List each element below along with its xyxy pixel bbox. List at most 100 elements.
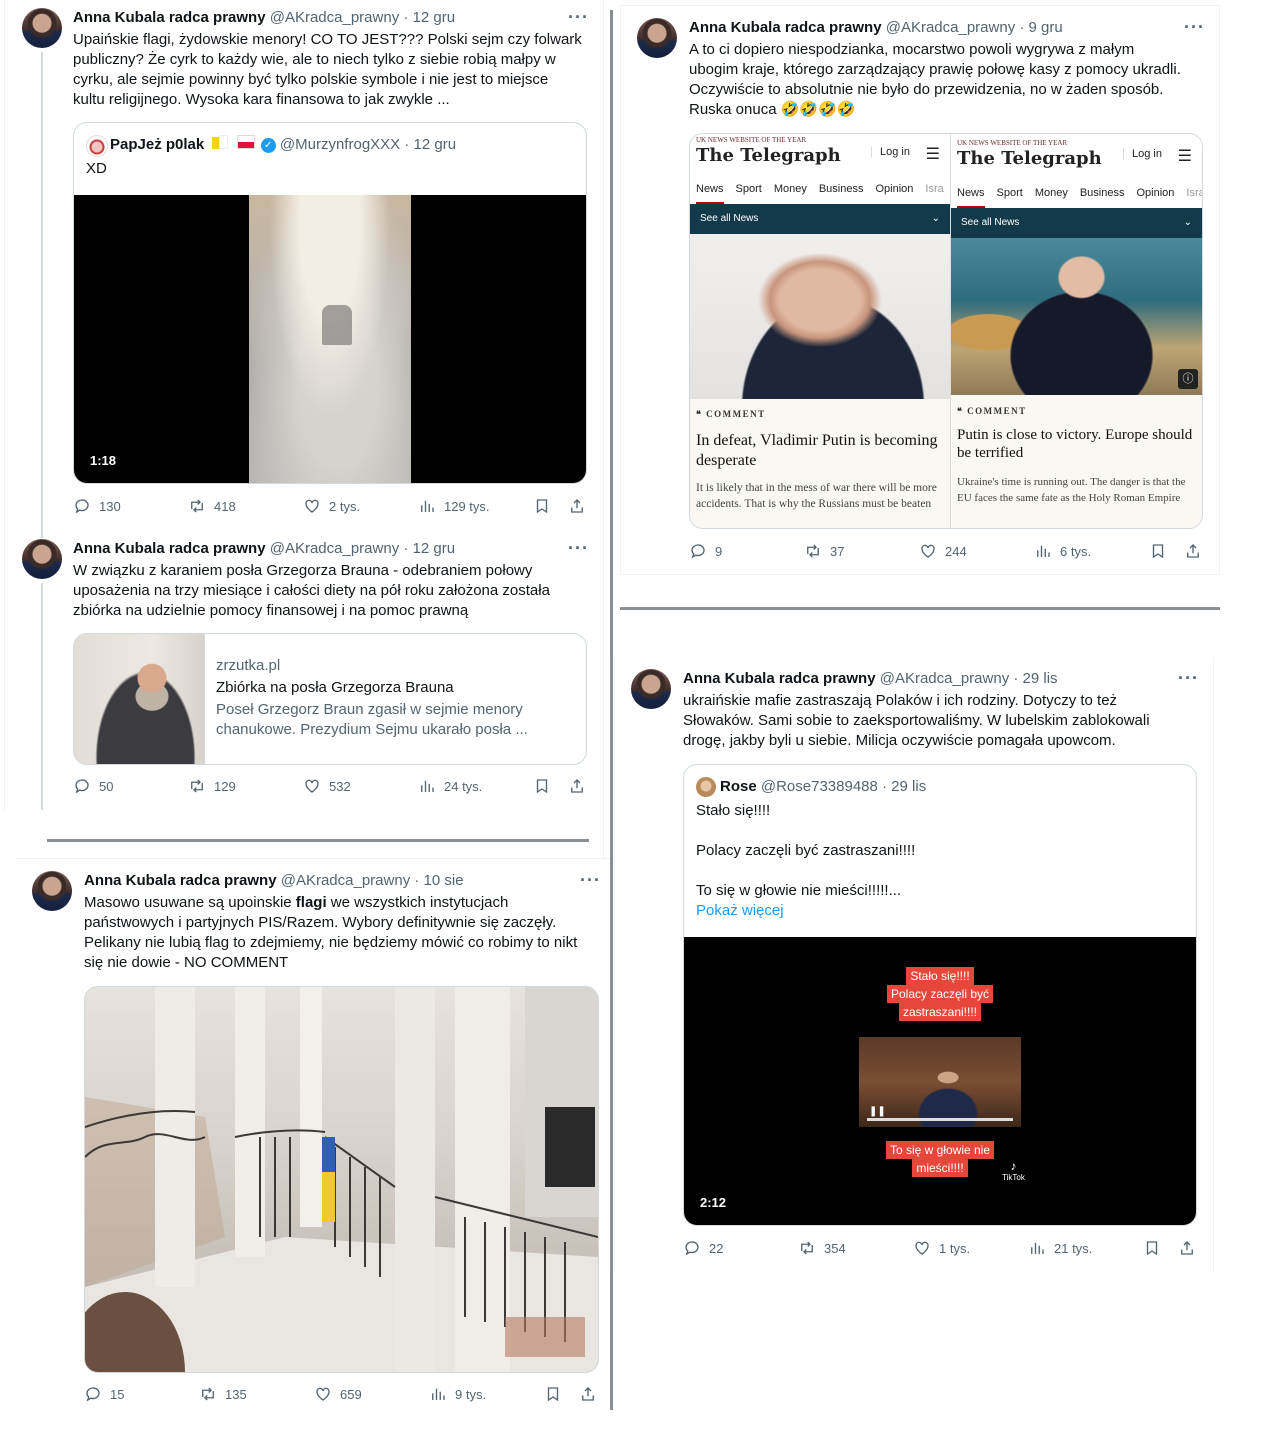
author-name[interactable]: Anna Kubala radca prawny (84, 872, 277, 889)
reply-button[interactable]: 50 (73, 777, 113, 795)
author-name[interactable]: Anna Kubala radca prawny (73, 540, 266, 557)
quoted-tweet[interactable]: Rose @Rose73389488 · 29 lis Stało się!!!… (683, 764, 1197, 1226)
quoted-tweet[interactable]: PapJeż p0lak ✓ @MurzynfrogXXX · 12 gru X… (73, 122, 587, 484)
share-button[interactable] (1184, 542, 1202, 560)
overlay-line: Stało się!!!! (906, 967, 974, 985)
text-line: Stało się!!!! (696, 802, 771, 819)
telegraph-panel-right[interactable]: UK NEWS WEBSITE OF THE YEAR The Telegrap… (951, 134, 1202, 528)
telegraph-nav: News Sport Money Business Opinion Isra (690, 174, 950, 204)
avatar[interactable] (631, 669, 671, 709)
reply-button[interactable]: 9 (689, 542, 722, 560)
retweet-button[interactable]: 37 (804, 542, 844, 560)
like-button[interactable]: 659 (314, 1385, 362, 1403)
author-handle-time[interactable]: @AKradca_prawny · 29 lis (880, 670, 1058, 687)
author-handle-time[interactable]: @AKradca_prawny · 12 gru (270, 9, 455, 26)
author-handle-time[interactable]: @AKradca_prawny · 10 sie (281, 872, 464, 889)
nav-item: Business (1079, 187, 1125, 199)
text-line: ubogim kraje, którego zarządzający prawi… (689, 61, 1181, 78)
retweet-button[interactable]: 354 (798, 1239, 846, 1257)
views-count: 24 tys. (444, 778, 483, 794)
tweet-text: A to ci dopiero niespodzianka, mocarstwo… (689, 40, 1181, 120)
link-card[interactable]: zrzutka.pl Zbiórka na posła Grzegorza Br… (73, 633, 587, 765)
telegraph-topbar: UK NEWS WEBSITE OF THE YEAR The Telegrap… (690, 134, 950, 175)
more-icon[interactable]: ··· (1178, 669, 1199, 687)
text-line (696, 821, 915, 841)
bookmark-button[interactable] (533, 497, 551, 515)
tweet-4[interactable]: Anna Kubala radca prawny @AKradca_prawny… (620, 5, 1220, 575)
more-icon[interactable]: ··· (1184, 18, 1205, 36)
views-button[interactable]: 129 tys. (418, 497, 490, 515)
text-line: Słowaków. Sami sobie to zaeksportowaliśm… (683, 712, 1150, 729)
like-button[interactable]: 1 tys. (913, 1239, 970, 1257)
author-handle-time[interactable]: @AKradca_prawny · 12 gru (270, 540, 455, 557)
bookmark-button[interactable] (533, 777, 551, 795)
nav-item: Opinion (875, 183, 914, 195)
hashtag-bold[interactable]: flagi (296, 894, 327, 911)
views-count: 9 tys. (455, 1386, 487, 1402)
views-button[interactable]: 9 tys. (429, 1385, 486, 1403)
text-line: Upaińskie flagi, żydowskie menory! CO TO… (73, 31, 582, 48)
like-button[interactable]: 2 tys. (303, 497, 360, 515)
avatar[interactable] (22, 539, 62, 579)
telegraph-login: Log in (1123, 148, 1162, 160)
tweet-2[interactable]: Anna Kubala radca prawny @AKradca_prawny… (0, 530, 603, 810)
retweet-count: 418 (214, 498, 236, 514)
author-name[interactable]: Anna Kubala radca prawny (689, 19, 882, 36)
share-button[interactable] (579, 1385, 597, 1403)
views-button[interactable]: 6 tys. (1034, 542, 1091, 560)
views-button[interactable]: 24 tys. (418, 777, 482, 795)
show-more-link[interactable]: Pokaż więcej (696, 901, 915, 921)
more-icon[interactable]: ··· (568, 8, 589, 26)
retweet-button[interactable]: 418 (188, 497, 236, 515)
more-icon[interactable]: ··· (568, 539, 589, 557)
author-name[interactable]: Anna Kubala radca prawny (683, 670, 876, 687)
tweet-photo[interactable] (84, 986, 599, 1373)
tweet-1[interactable]: Anna Kubala radca prawny @AKradca_prawny… (0, 0, 603, 530)
quote-author-name[interactable]: Rose (720, 778, 757, 795)
tweet-3[interactable]: Anna Kubala radca prawny @AKradca_prawny… (15, 858, 610, 1419)
views-button[interactable]: 21 tys. (1028, 1239, 1092, 1257)
bookmark-button[interactable] (1149, 542, 1167, 560)
reply-count: 15 (110, 1386, 125, 1402)
text-line (696, 861, 915, 881)
share-button[interactable] (1178, 1239, 1196, 1257)
tweet-media-telegraph[interactable]: UK NEWS WEBSITE OF THE YEAR The Telegrap… (689, 133, 1203, 529)
tweet-actions: 22 354 1 tys. 21 tys. (683, 1239, 1195, 1259)
quote-video[interactable]: 1:18 (74, 195, 586, 483)
telegraph-nav: News Sport Money Business Opinion Isra (951, 178, 1202, 208)
author-handle-time[interactable]: @AKradca_prawny · 9 gru (886, 19, 1063, 36)
video-figures (322, 305, 352, 345)
bookmark-button[interactable] (1143, 1239, 1161, 1257)
retweet-button[interactable]: 129 (188, 777, 236, 795)
tweet-5[interactable]: Anna Kubala radca prawny @AKradca_prawny… (614, 657, 1214, 1272)
quote-handle-time[interactable]: @Rose73389488 · 29 lis (761, 778, 926, 795)
quote-author-name[interactable]: PapJeż p0lak (110, 136, 204, 153)
nav-item: Business (818, 183, 864, 195)
thread-line-top (41, 530, 43, 538)
tweet-actions: 9 37 244 6 tys. (689, 542, 1201, 562)
reply-button[interactable]: 130 (73, 497, 121, 515)
bookmark-button[interactable] (544, 1385, 562, 1403)
quote-video[interactable]: Stało się!!!! Polacy zaczęli być zastras… (684, 937, 1196, 1225)
share-button[interactable] (568, 497, 586, 515)
reply-button[interactable]: 15 (84, 1385, 124, 1403)
avatar[interactable] (32, 871, 72, 911)
card-title: Zbiórka na posła Grzegorza Brauna (216, 679, 454, 696)
avatar[interactable] (637, 18, 677, 58)
like-button[interactable]: 532 (303, 777, 351, 795)
more-icon[interactable]: ··· (580, 871, 601, 889)
nav-item: Sport (735, 183, 762, 195)
like-button[interactable]: 244 (919, 542, 967, 560)
quote-handle-time[interactable]: @MurzynfrogXXX · 12 gru (280, 136, 456, 153)
text-line: kultu religijnego. Wysoka kara finansowa… (73, 91, 450, 108)
reply-button[interactable]: 22 (683, 1239, 723, 1257)
telegraph-panel-left[interactable]: UK NEWS WEBSITE OF THE YEAR The Telegrap… (690, 134, 951, 528)
avatar[interactable] (22, 8, 62, 48)
author-name[interactable]: Anna Kubala radca prawny (73, 9, 266, 26)
retweet-button[interactable]: 135 (199, 1385, 247, 1403)
tweet-actions: 50 129 532 24 tys. (73, 777, 585, 797)
text-line: W związku z karaniem posła Grzegorza Bra… (73, 562, 533, 579)
flag-yellow (322, 1172, 335, 1222)
photo-railing-scene (85, 987, 598, 1372)
share-button[interactable] (568, 777, 586, 795)
